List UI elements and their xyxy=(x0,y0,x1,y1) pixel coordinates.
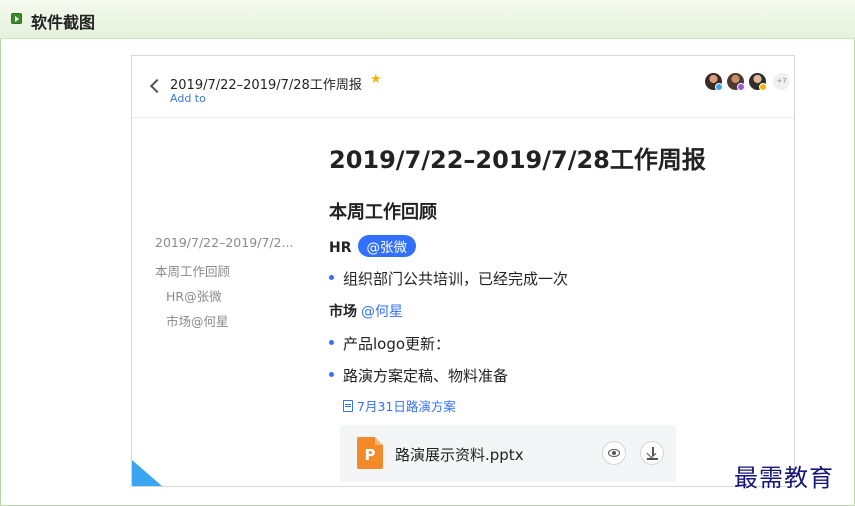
hr-line: HR @张微 xyxy=(329,235,416,257)
watermark-logo: 最需教育 xyxy=(734,464,834,492)
header-doc-title: 2019/7/22–2019/7/28工作周报 xyxy=(170,78,362,93)
add-to-link[interactable]: Add to xyxy=(170,92,206,105)
section-title: 软件截图 xyxy=(31,13,96,32)
collaborator-avatar[interactable] xyxy=(749,73,767,91)
document-header: 2019/7/22–2019/7/28工作周报 ★ Add to +7 xyxy=(132,56,794,118)
attachment-card[interactable]: P 路演展示资料.pptx xyxy=(340,425,676,482)
collaborator-avatar[interactable] xyxy=(727,73,745,91)
section-header: 软件截图 xyxy=(0,0,855,39)
document-title: 2019/7/22–2019/7/28工作周报 xyxy=(329,146,706,174)
outline-item-hr[interactable]: HR@张微 xyxy=(166,286,222,305)
bullet-item: 路演方案定稿、物料准备 xyxy=(329,365,508,386)
attachment-file-name: 路演展示资料.pptx xyxy=(395,446,524,464)
status-dot xyxy=(759,83,767,91)
bullet-item: 组织部门公共培训，已经完成一次 xyxy=(329,268,568,289)
status-dot xyxy=(737,83,745,91)
bullet-item: 产品logo更新： xyxy=(329,333,450,354)
outline-item-title[interactable]: 2019/7/22–2019/7/2... xyxy=(155,235,293,250)
outline-item-review[interactable]: 本周工作回顾 xyxy=(155,261,230,280)
software-screenshot: 2019/7/22–2019/7/28工作周报 ★ Add to +7 2019… xyxy=(131,55,795,487)
hr-label: HR xyxy=(329,240,352,256)
market-label: 市场 xyxy=(329,304,357,320)
download-icon[interactable] xyxy=(640,441,664,465)
section-heading: 本周工作回顾 xyxy=(329,202,437,223)
mention-link-hexing[interactable]: @何星 xyxy=(361,304,403,320)
star-icon[interactable]: ★ xyxy=(370,72,382,87)
outline-item-market[interactable]: 市场@何星 xyxy=(166,311,229,330)
corner-triangle-decoration xyxy=(132,460,162,486)
download-base xyxy=(647,458,658,460)
back-chevron-icon[interactable] xyxy=(149,78,165,94)
document-icon xyxy=(343,400,353,412)
more-collaborators-badge[interactable]: +7 xyxy=(773,73,790,90)
linked-doc-label: 7月31日路演方案 xyxy=(357,399,456,414)
play-square-icon xyxy=(11,13,22,24)
linked-doc[interactable]: 7月31日路演方案 xyxy=(343,396,456,415)
pptx-file-icon: P xyxy=(357,437,383,469)
status-dot xyxy=(715,83,723,91)
preview-eye-icon[interactable] xyxy=(602,441,626,465)
collaborator-avatar[interactable] xyxy=(705,73,723,91)
mention-chip-zhangwei[interactable]: @张微 xyxy=(357,235,416,257)
market-line: 市场 @何星 xyxy=(329,301,403,321)
